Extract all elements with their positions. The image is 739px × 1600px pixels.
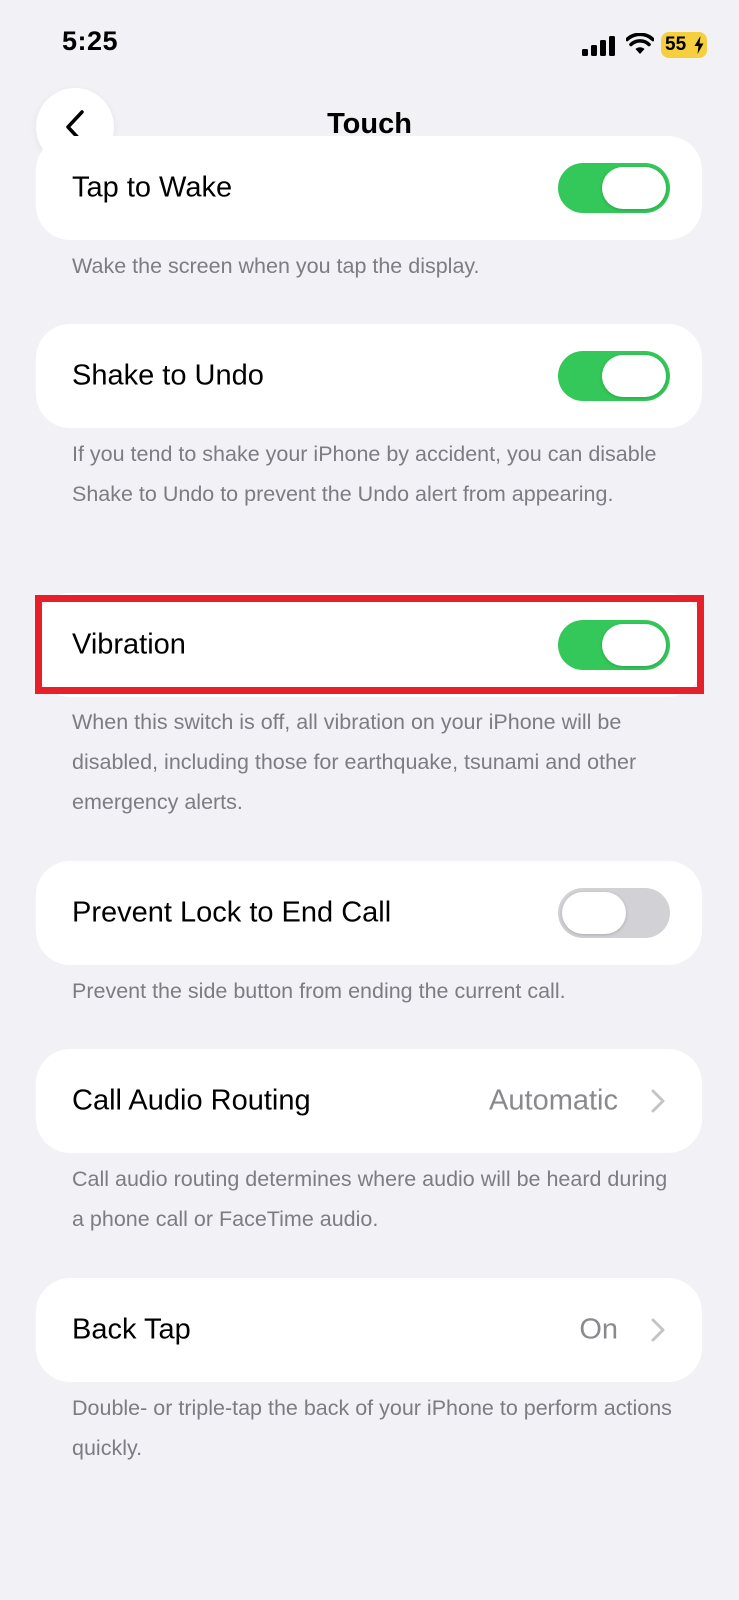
wifi-icon [626,33,654,54]
signal-bars-icon [582,36,615,56]
footer-prevent-lock: Prevent the side button from ending the … [72,979,566,1003]
highlight-box [35,595,704,694]
chevron-right-icon [651,1318,665,1342]
call-audio-routing-value: Automatic [489,1084,618,1117]
chevron-right-icon [651,1089,665,1113]
shake-to-undo-toggle[interactable] [558,351,670,401]
status-bar: 5:25 55 [0,0,739,92]
prevent-lock-toggle[interactable] [558,888,670,938]
row-prevent-lock-to-end-call: Prevent Lock to End Call [36,861,702,965]
footer-tap-to-wake: Wake the screen when you tap the display… [72,254,480,278]
back-tap-value: On [579,1313,618,1346]
row-call-audio-routing[interactable]: Call Audio Routing Automatic [36,1049,702,1153]
row-back-tap[interactable]: Back Tap On [36,1278,702,1382]
row-label-call-audio-routing: Call Audio Routing [72,1084,311,1117]
charging-bolt-icon [694,36,704,54]
row-shake-to-undo: Shake to Undo [36,324,702,428]
tap-to-wake-toggle[interactable] [558,163,670,213]
row-label-shake-to-undo: Shake to Undo [72,359,264,392]
toggle-knob [602,167,666,209]
footer-shake-to-undo: If you tend to shake your iPhone by acci… [72,442,657,506]
row-label-tap-to-wake: Tap to Wake [72,171,233,204]
row-label-back-tap: Back Tap [72,1313,191,1346]
toggle-knob [562,892,626,934]
battery-indicator: 55 [661,32,707,58]
footer-call-audio-routing: Call audio routing determines where audi… [72,1167,668,1231]
toggle-knob [602,355,666,397]
status-time: 5:25 [62,26,119,56]
footer-vibration: When this switch is off, all vibration o… [72,710,637,814]
row-label-prevent-lock: Prevent Lock to End Call [72,896,392,929]
battery-level: 55 [665,34,687,55]
row-tap-to-wake: Tap to Wake [36,136,702,240]
footer-back-tap: Double- or triple-tap the back of your i… [72,1396,672,1460]
